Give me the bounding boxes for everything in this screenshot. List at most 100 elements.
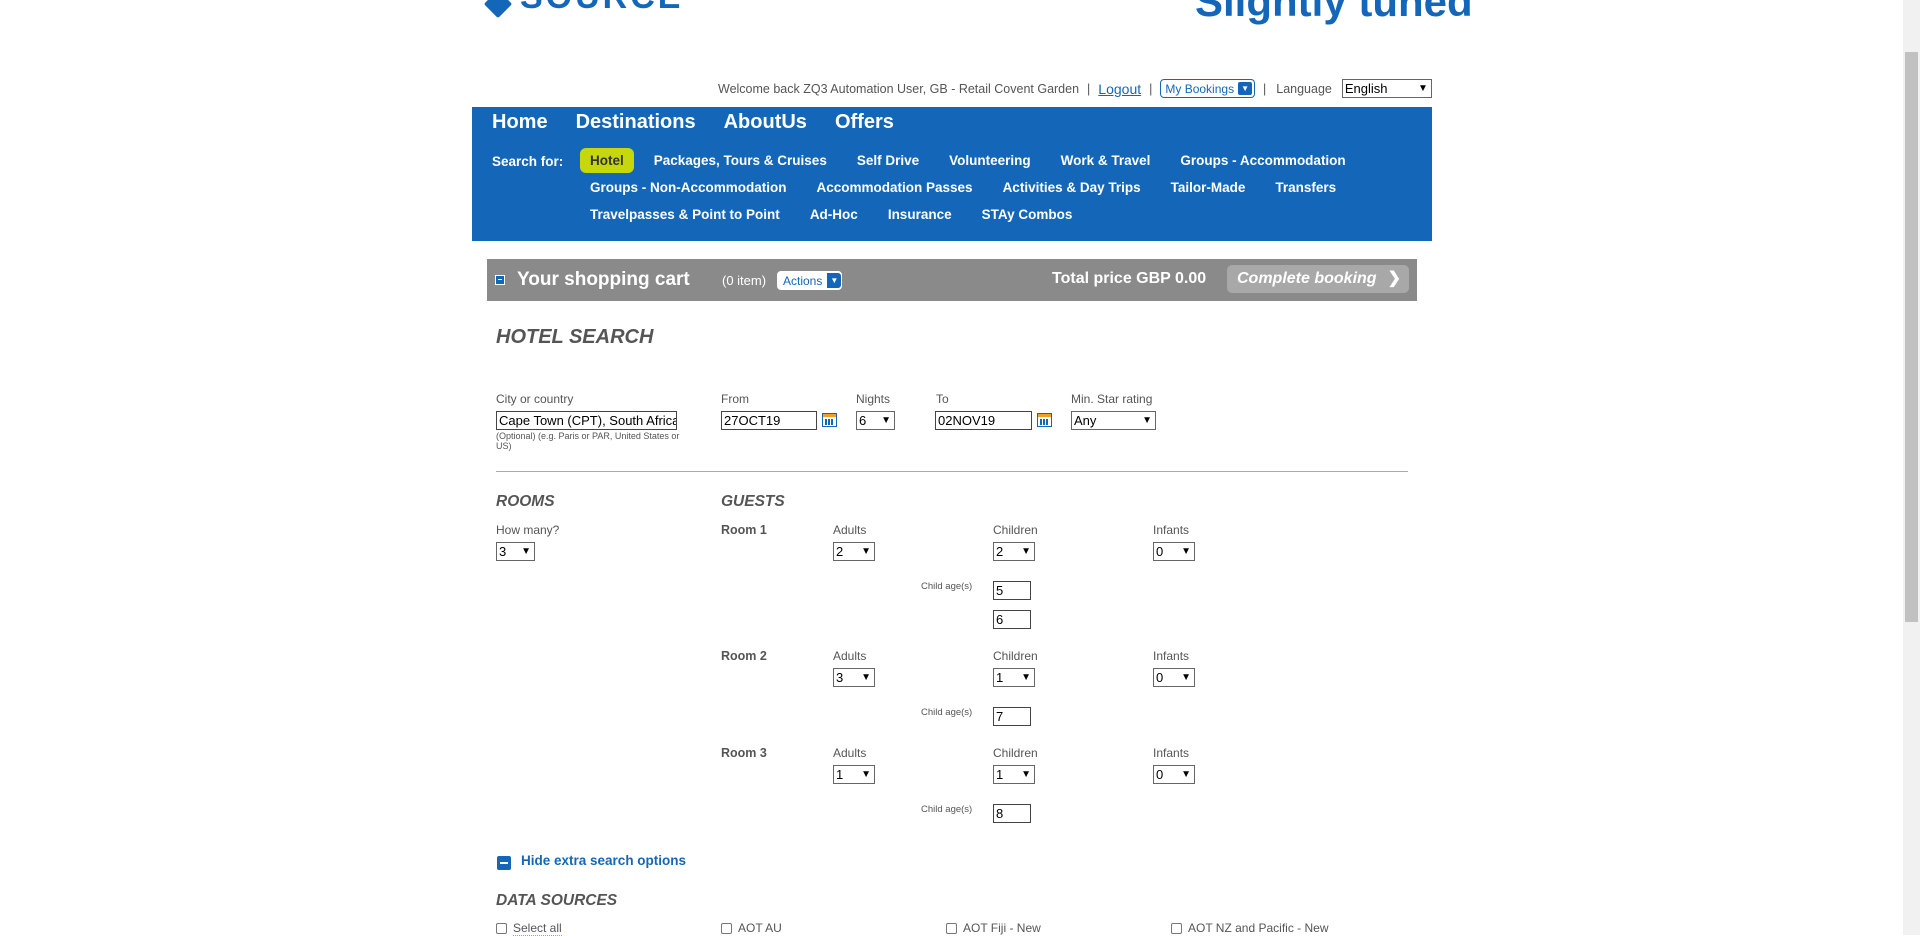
language-select[interactable]: English ▼ xyxy=(1341,79,1432,98)
logo[interactable]: SOURCE xyxy=(520,0,683,17)
tab-self-drive[interactable]: Self Drive xyxy=(857,153,919,168)
room-1-label: Room 1 xyxy=(721,523,767,537)
room-3-children-value: 1 xyxy=(996,767,1004,782)
city-input[interactable]: Cape Town (CPT), South Africa xyxy=(496,411,677,430)
tab-activities[interactable]: Activities & Day Trips xyxy=(1003,180,1141,195)
product-tabs-row: Hotel Packages, Tours & Cruises Self Dri… xyxy=(580,147,1410,174)
tab-groups-non-accommodation[interactable]: Groups - Non-Accommodation xyxy=(590,180,787,195)
complete-booking-label: Complete booking xyxy=(1237,270,1377,287)
tab-packages[interactable]: Packages, Tours & Cruises xyxy=(654,153,827,168)
room-2-children-value: 1 xyxy=(996,670,1004,685)
room-2-child-age-1-input[interactable]: 7 xyxy=(993,707,1031,726)
room-3-infants-value: 0 xyxy=(1156,767,1164,782)
hide-extra-options-link[interactable]: Hide extra search options xyxy=(521,853,686,868)
how-many-label: How many? xyxy=(496,523,560,537)
page: SOURCE Slightly tuned Welcome back ZQ3 A… xyxy=(0,0,1920,936)
nav-destinations[interactable]: Destinations xyxy=(576,111,696,134)
room-1-children-value: 2 xyxy=(996,544,1004,559)
room-1-adults-value: 2 xyxy=(836,544,844,559)
actions-label: Actions xyxy=(783,273,823,288)
to-date-input[interactable]: 02NOV19 xyxy=(935,411,1032,430)
source-aot-au-checkbox[interactable] xyxy=(721,923,732,934)
select-all-label: Select all xyxy=(513,921,562,936)
nights-select[interactable]: 6 ▼ xyxy=(856,411,895,430)
room-2-label: Room 2 xyxy=(721,649,767,663)
nav-aboutus[interactable]: AboutUs xyxy=(724,111,807,134)
child-ages-label: Child age(s) xyxy=(921,707,973,718)
vertical-scrollbar[interactable] xyxy=(1903,0,1920,935)
room-1-adults-select[interactable]: 2 ▼ xyxy=(833,542,875,561)
my-bookings-label: My Bookings xyxy=(1165,81,1235,96)
tab-transfers[interactable]: Transfers xyxy=(1275,180,1336,195)
room-1-child-age-1-input[interactable]: 5 xyxy=(993,581,1031,600)
product-tabs-row: Groups - Non-Accommodation Accommodation… xyxy=(590,174,1410,201)
adults-label: Adults xyxy=(833,649,867,663)
source-aot-nz-checkbox[interactable] xyxy=(1171,923,1182,934)
room-3-infants-select[interactable]: 0 ▼ xyxy=(1153,765,1195,784)
logout-link[interactable]: Logout xyxy=(1098,81,1141,97)
separator: | xyxy=(1149,81,1153,96)
nav-offers[interactable]: Offers xyxy=(835,111,894,134)
to-label: To xyxy=(936,392,949,406)
tab-work-travel[interactable]: Work & Travel xyxy=(1061,153,1151,168)
collapse-icon[interactable] xyxy=(497,856,511,870)
section-divider xyxy=(496,471,1408,472)
room-1-infants-select[interactable]: 0 ▼ xyxy=(1153,542,1195,561)
room-3-children-select[interactable]: 1 ▼ xyxy=(993,765,1035,784)
guests-title: GUESTS xyxy=(721,493,785,510)
star-rating-label: Min. Star rating xyxy=(1071,392,1153,406)
tab-accommodation-passes[interactable]: Accommodation Passes xyxy=(817,180,973,195)
room-2-adults-select[interactable]: 3 ▼ xyxy=(833,668,875,687)
tab-groups-accommodation[interactable]: Groups - Accommodation xyxy=(1180,153,1345,168)
source-aot-fiji-label: AOT Fiji - New xyxy=(963,921,1041,935)
data-sources-title: DATA SOURCES xyxy=(496,892,618,909)
search-for-label: Search for: xyxy=(492,154,564,169)
tab-travelpasses[interactable]: Travelpasses & Point to Point xyxy=(590,207,780,222)
room-2-infants-select[interactable]: 0 ▼ xyxy=(1153,668,1195,687)
child-ages-label: Child age(s) xyxy=(921,804,973,815)
tab-ad-hoc[interactable]: Ad-Hoc xyxy=(810,207,858,222)
room-3-adults-value: 1 xyxy=(836,767,844,782)
rooms-count-select[interactable]: 3 ▼ xyxy=(496,542,535,561)
tab-tailor-made[interactable]: Tailor-Made xyxy=(1171,180,1246,195)
collapse-icon[interactable] xyxy=(495,275,505,285)
room-2-adults-value: 3 xyxy=(836,670,844,685)
cart-actions-dropdown[interactable]: Actions ▼ xyxy=(777,271,843,290)
room-1-infants-value: 0 xyxy=(1156,544,1164,559)
my-bookings-dropdown[interactable]: My Bookings ▼ xyxy=(1160,79,1255,98)
language-value: English xyxy=(1344,81,1388,96)
scrollbar-thumb[interactable] xyxy=(1905,52,1918,622)
select-all-checkbox[interactable] xyxy=(496,923,507,934)
children-label: Children xyxy=(993,523,1038,537)
source-aot-fiji-checkbox[interactable] xyxy=(946,923,957,934)
tab-insurance[interactable]: Insurance xyxy=(888,207,952,222)
tab-hotel[interactable]: Hotel xyxy=(580,148,634,173)
chevron-down-icon: ▼ xyxy=(1021,546,1031,557)
chevron-down-icon: ▼ xyxy=(521,546,531,557)
tab-stay-combos[interactable]: STAy Combos xyxy=(982,207,1073,222)
calendar-icon[interactable] xyxy=(1037,413,1052,427)
chevron-down-icon: ▼ xyxy=(1021,672,1031,683)
cart-total: Total price GBP 0.00 xyxy=(1052,270,1207,287)
chevron-down-icon: ▼ xyxy=(1181,546,1191,557)
room-3-adults-select[interactable]: 1 ▼ xyxy=(833,765,875,784)
chevron-down-icon: ▼ xyxy=(1238,82,1252,95)
rooms-title: ROOMS xyxy=(496,493,555,510)
children-label: Children xyxy=(993,746,1038,760)
chevron-down-icon: ▼ xyxy=(1021,769,1031,780)
primary-nav: Home Destinations AboutUs Offers xyxy=(492,111,894,134)
nav-home[interactable]: Home xyxy=(492,111,548,134)
tab-volunteering[interactable]: Volunteering xyxy=(949,153,1031,168)
room-1-children-select[interactable]: 2 ▼ xyxy=(993,542,1035,561)
product-tabs: Hotel Packages, Tours & Cruises Self Dri… xyxy=(580,147,1410,228)
star-rating-select[interactable]: Any ▼ xyxy=(1071,411,1156,430)
cart-item-count: (0 item) xyxy=(722,273,767,288)
room-1-child-age-2-input[interactable]: 6 xyxy=(993,610,1031,629)
chevron-down-icon: ▼ xyxy=(1142,415,1152,426)
room-3-child-age-1-input[interactable]: 8 xyxy=(993,804,1031,823)
tagline: Slightly tuned xyxy=(1195,0,1473,25)
calendar-icon[interactable] xyxy=(822,413,837,427)
complete-booking-button[interactable]: Complete booking ❯ xyxy=(1227,265,1409,293)
room-2-children-select[interactable]: 1 ▼ xyxy=(993,668,1035,687)
from-date-input[interactable]: 27OCT19 xyxy=(721,411,817,430)
